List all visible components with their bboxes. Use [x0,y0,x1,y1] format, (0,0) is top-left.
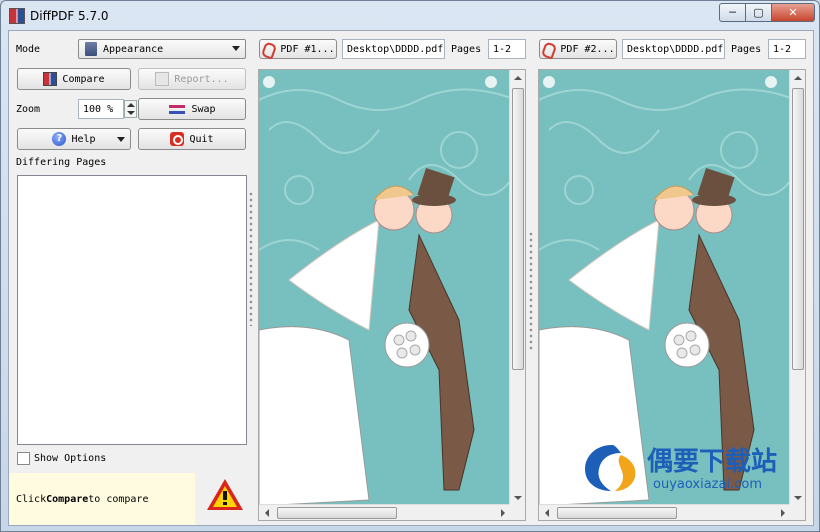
report-button-label: Report... [174,73,229,85]
mode-label: Mode [16,44,41,55]
help-button-label: Help [71,133,96,145]
zoom-label: Zoom [16,104,41,115]
help-icon: ? [52,132,67,146]
maximize-button[interactable]: ▢ [745,3,771,22]
status-suffix: to compare [88,493,149,505]
compare-button[interactable]: Compare [17,68,131,90]
scroll-left-icon[interactable] [545,509,549,517]
pdf1-file-field[interactable]: Desktop\DDDD.pdf [342,39,445,59]
app-icon [9,8,25,24]
status-message: Click Compare to compare [9,473,195,525]
scroll-right-icon[interactable] [501,509,505,517]
appearance-icon [85,42,97,56]
show-options-label: Show Options [34,453,107,464]
scroll-left-icon[interactable] [265,509,269,517]
mode-select[interactable]: Appearance [78,39,246,59]
scroll-right-icon[interactable] [781,509,785,517]
scroll-thumb[interactable] [512,88,524,370]
pdf1-button[interactable]: PDF #1... [259,39,337,59]
quit-button[interactable]: Quit [138,128,246,150]
mode-select-value: Appearance [103,43,164,55]
pdf1-view-pane[interactable] [258,69,526,521]
differing-pages-list[interactable] [17,175,247,445]
pdf-icon [261,42,275,56]
pdf1-button-label: PDF #1... [280,43,335,55]
report-icon [155,72,170,86]
compare-icon [43,72,58,86]
scroll-thumb[interactable] [557,507,677,519]
chevron-down-icon [232,46,240,51]
watermark-title: 偶要下载站 [647,447,778,477]
scroll-up-icon[interactable] [514,76,522,80]
chevron-down-icon [117,137,125,142]
watermark-logo-icon [585,445,636,491]
pdf1-vertical-scrollbar[interactable] [509,70,525,506]
pdf2-file-field[interactable]: Desktop\DDDD.pdf [622,39,725,59]
pdf2-pages-field[interactable]: 1-2 [768,39,806,59]
watermark-url: ouyaoxiazai.com [653,477,762,492]
zoom-stepper[interactable] [124,100,137,118]
status-prefix: Click [16,493,47,505]
pdf1-pages-field[interactable]: 1-2 [488,39,526,59]
site-watermark: 偶要下载站 ouyaoxiazai.com [573,437,813,497]
pdf2-horizontal-scrollbar[interactable] [539,504,791,520]
scroll-thumb[interactable] [277,507,397,519]
scroll-corner [789,504,805,520]
pdf1-pages-label: Pages [451,44,482,55]
minimize-button[interactable]: ─ [719,3,745,22]
close-button[interactable]: ✕ [771,3,815,22]
warning-icon [207,479,243,510]
zoom-input[interactable]: 100 % [78,99,124,119]
status-bold: Compare [46,493,89,505]
swap-button[interactable]: Swap [138,98,246,120]
report-button[interactable]: Report... [138,68,246,90]
pdf2-button[interactable]: PDF #2... [539,39,617,59]
title-bar[interactable]: DiffPDF 5.7.0 ─ ▢ ✕ [2,2,820,30]
pdf2-pages-label: Pages [731,44,762,55]
scroll-down-icon[interactable] [514,496,522,500]
scroll-corner [509,504,525,520]
differing-pages-label: Differing Pages [16,157,107,168]
swap-button-label: Swap [191,103,216,115]
app-window: DiffPDF 5.7.0 ─ ▢ ✕ Mode Appearance Comp… [0,0,820,532]
window-title: DiffPDF 5.7.0 [30,9,109,23]
scroll-up-icon[interactable] [794,76,802,80]
pdf1-horizontal-scrollbar[interactable] [259,504,511,520]
pdf1-page-illustration [259,70,511,506]
help-button[interactable]: ? Help [17,128,131,150]
show-options-checkbox[interactable] [17,452,30,465]
splitter-handle-left[interactable] [249,191,253,326]
splitter-handle-center[interactable] [529,231,533,351]
quit-icon [170,132,185,146]
compare-button-label: Compare [62,73,105,85]
swap-icon [168,102,186,116]
window-controls: ─ ▢ ✕ [719,3,815,22]
quit-button-label: Quit [189,133,214,145]
pdf2-button-label: PDF #2... [560,43,615,55]
pdf-icon [541,42,555,56]
scroll-thumb[interactable] [792,88,804,370]
